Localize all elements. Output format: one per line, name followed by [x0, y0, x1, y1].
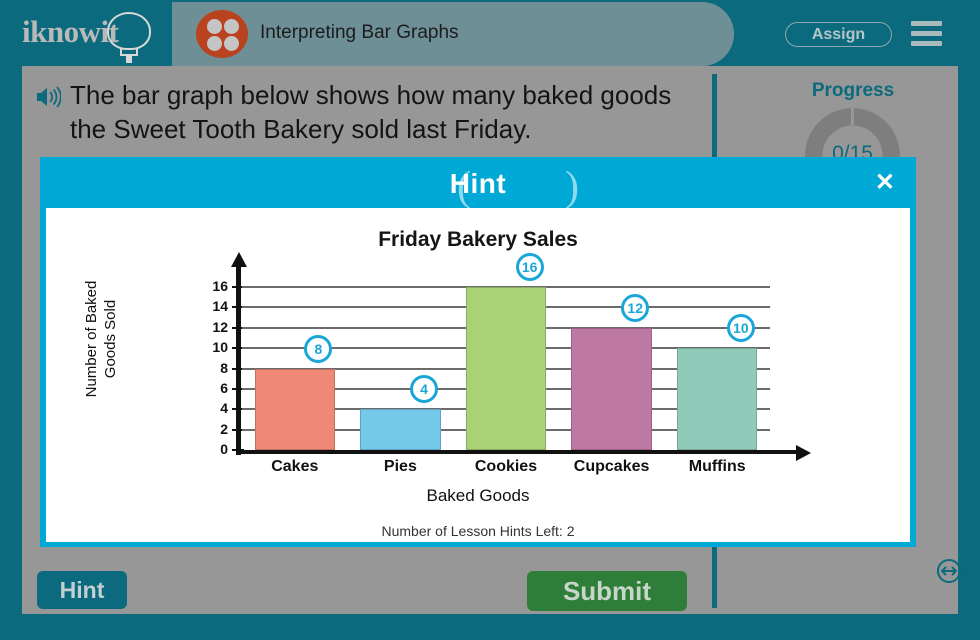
lightbulb-stem-icon [126, 56, 132, 63]
progress-notch [851, 108, 854, 125]
bar-cakes [254, 368, 335, 450]
y-tick-label: 6 [220, 379, 228, 396]
submit-button[interactable]: Submit [527, 571, 687, 611]
x-tick-label-cupcakes: Cupcakes [573, 458, 650, 475]
y-tick-label: 10 [212, 339, 228, 356]
bar-muffins [677, 348, 758, 450]
audio-speaker-icon[interactable] [35, 86, 61, 108]
logo-text: iknowit [22, 14, 119, 49]
y-tick-label: 16 [212, 278, 228, 294]
lightbulb-base-icon [120, 49, 138, 56]
value-bubble-cupcakes: 12 [621, 293, 650, 322]
x-tick-label-cookies: Cookies [474, 458, 538, 475]
top-bar: iknowit Interpreting Bar Graphs Assign [0, 0, 980, 66]
bar-pies [360, 409, 441, 450]
y-axis-label: Number of Baked Goods Sold [82, 244, 120, 434]
hint-modal-header: ( Hint ) ✕ [43, 160, 913, 210]
iknowit-logo[interactable]: iknowit [22, 8, 172, 63]
hints-left-text: Number of Lesson Hints Left: 2 [381, 523, 575, 539]
y-tick-label: 8 [220, 359, 228, 376]
x-tick-label-muffins: Muffins [688, 458, 746, 475]
hint-modal: ( Hint ) ✕ Friday Bakery Sales Number of… [40, 157, 916, 547]
progress-label: Progress [811, 80, 895, 101]
value-bubble-muffins: 10 [726, 314, 755, 343]
y-axis [236, 264, 241, 455]
resize-horizontal-icon[interactable] [937, 559, 961, 583]
bar-chart: Friday Bakery Sales Number of Baked Good… [46, 208, 910, 542]
lesson-title: Interpreting Bar Graphs [260, 22, 459, 43]
app-root: iknowit Interpreting Bar Graphs Assign T… [0, 0, 980, 640]
chart-title: Friday Bakery Sales [378, 228, 578, 251]
hint-modal-title: Hint [449, 168, 507, 199]
hamburger-menu-icon[interactable] [911, 20, 942, 48]
four-dots-icon [196, 10, 248, 58]
value-bubble-cakes: 8 [304, 334, 333, 363]
bar-cookies [465, 287, 547, 450]
value-bubble-cookies: 16 [515, 253, 544, 281]
decorative-paren-right: ) [565, 164, 579, 210]
bar-cupcakes [571, 327, 652, 450]
x-axis-arrow [796, 445, 811, 461]
y-axis-label-line2: Goods Sold [102, 299, 119, 379]
assign-button[interactable]: Assign [785, 22, 892, 47]
y-tick-label: 14 [212, 298, 228, 315]
y-tick-label: 4 [220, 400, 228, 417]
x-tick-label-pies: Pies [383, 458, 417, 475]
hint-button[interactable]: Hint [37, 571, 127, 609]
plot-area [242, 286, 770, 450]
x-tick-label-cakes: Cakes [271, 458, 319, 475]
x-axis-title: Baked Goods [426, 486, 530, 505]
close-icon[interactable]: ✕ [875, 171, 895, 195]
y-axis-label-line1: Number of Baked [83, 280, 100, 398]
y-tick-label: 0 [220, 441, 228, 457]
hint-modal-body: Friday Bakery Sales Number of Baked Good… [46, 208, 910, 542]
lesson-tab[interactable]: Interpreting Bar Graphs [172, 2, 734, 66]
y-tick-label: 2 [220, 420, 228, 437]
y-tick-label: 12 [212, 318, 228, 335]
question-text: The bar graph below shows how many baked… [70, 80, 672, 144]
lightbulb-icon [107, 12, 151, 50]
x-axis [236, 450, 798, 454]
